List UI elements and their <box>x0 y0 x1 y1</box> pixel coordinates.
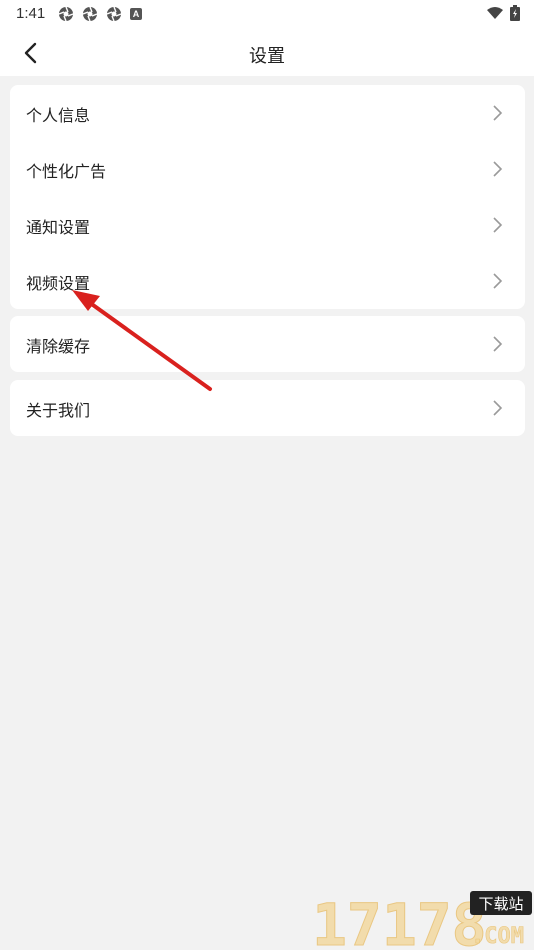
settings-group-cache: 清除缓存 <box>10 316 525 372</box>
page-title: 设置 <box>249 46 285 67</box>
settings-item-label: 关于我们 <box>26 401 91 420</box>
settings-item-notifications[interactable]: 通知设置 <box>10 197 525 253</box>
watermark-domain: .COM <box>471 924 524 949</box>
aperture-icon <box>58 6 74 22</box>
a-badge-icon: A <box>130 8 142 20</box>
chevron-right-icon <box>493 161 503 177</box>
chevron-right-icon <box>493 217 503 233</box>
status-time: 1:41 <box>16 5 46 22</box>
aperture-icon <box>106 6 122 22</box>
chevron-right-icon <box>493 400 503 416</box>
chevron-right-icon <box>493 336 503 352</box>
settings-item-video[interactable]: 视频设置 <box>10 253 525 309</box>
settings-item-about-us[interactable]: 关于我们 <box>10 380 525 436</box>
settings-group-account: 个人信息 个性化广告 通知设置 视频设置 <box>10 85 525 309</box>
settings-item-clear-cache[interactable]: 清除缓存 <box>10 316 525 372</box>
battery-icon <box>510 5 520 21</box>
watermark-brand: 17178 <box>312 891 487 950</box>
wifi-icon <box>487 7 503 19</box>
watermark-tag: 下载站 <box>478 895 523 913</box>
chevron-right-icon <box>493 273 503 289</box>
settings-item-label: 清除缓存 <box>26 337 91 356</box>
settings-item-label: 个性化广告 <box>26 162 107 181</box>
settings-item-personalized-ads[interactable]: 个性化广告 <box>10 141 525 197</box>
settings-item-personal-info[interactable]: 个人信息 <box>10 85 525 141</box>
settings-item-label: 通知设置 <box>26 218 91 237</box>
settings-group-about: 关于我们 <box>10 380 525 436</box>
status-bar: 1:41 A <box>0 0 534 28</box>
notification-icons: A <box>58 6 142 22</box>
chevron-right-icon <box>493 105 503 121</box>
app-bar: 设置 <box>0 28 534 76</box>
settings-item-label: 视频设置 <box>26 274 91 293</box>
settings-item-label: 个人信息 <box>26 106 91 125</box>
system-icons <box>486 5 520 21</box>
aperture-icon <box>82 6 98 22</box>
watermark-logo: 17178 下载站 .COM <box>312 891 532 950</box>
